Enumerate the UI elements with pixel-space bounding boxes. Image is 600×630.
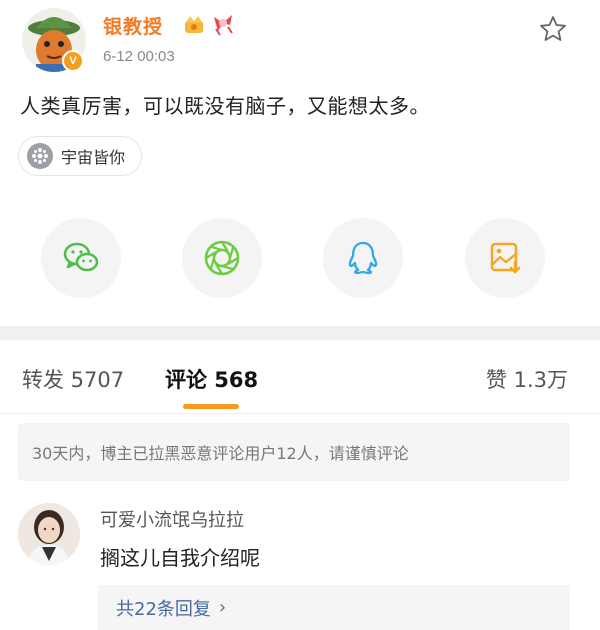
moments-icon xyxy=(204,240,240,276)
comment-item: 可爱小流氓乌拉拉 搁这儿自我介绍呢 共22条回复 › xyxy=(0,495,600,630)
tab-like[interactable]: 赞 1.3万 xyxy=(486,364,568,394)
share-wechat-button[interactable] xyxy=(41,218,121,298)
user-photo-icon xyxy=(18,503,80,565)
crown-badge-icon[interactable] xyxy=(183,13,205,35)
tab-repost[interactable]: 转发 5707 xyxy=(22,364,124,394)
interaction-tabs: 转发 5707 评论 568 赞 1.3万 xyxy=(0,340,600,414)
post-header: V 银教授 6-12 00:03 xyxy=(0,0,600,80)
save-image-icon xyxy=(490,242,521,274)
author-name[interactable]: 银教授 xyxy=(103,12,163,39)
post-timestamp: 6-12 00:03 xyxy=(103,48,175,65)
commenter-avatar[interactable] xyxy=(18,503,80,565)
save-image-button[interactable] xyxy=(465,218,545,298)
topic-icon xyxy=(27,143,53,169)
active-tab-indicator xyxy=(183,404,239,409)
ribbon-badge-icon[interactable] xyxy=(210,11,236,37)
commenter-name[interactable]: 可爱小流氓乌拉拉 xyxy=(100,506,244,532)
verified-badge: V xyxy=(62,50,84,72)
tab-comment[interactable]: 评论 568 xyxy=(165,364,258,394)
view-replies-link[interactable]: 共22条回复 xyxy=(116,595,211,621)
comment-text: 搁这儿自我介绍呢 xyxy=(100,546,260,570)
post-text: 人类真厉害，可以既没有脑子，又能想太多。 xyxy=(20,94,430,118)
star-icon[interactable] xyxy=(538,14,568,44)
share-qq-button[interactable] xyxy=(323,218,403,298)
share-moments-button[interactable] xyxy=(182,218,262,298)
qq-icon xyxy=(348,241,378,275)
share-row xyxy=(0,218,600,300)
topic-chip[interactable]: 宇宙皆你 xyxy=(18,136,143,176)
replies-box[interactable]: 共22条回复 › xyxy=(98,585,570,630)
wechat-icon xyxy=(63,242,99,272)
chevron-right-icon: › xyxy=(218,597,227,618)
comment-notice: 30天内，博主已拉黑恶意评论用户12人，请谨慎评论 xyxy=(18,423,570,481)
section-divider xyxy=(0,326,600,340)
topic-label: 宇宙皆你 xyxy=(61,148,126,167)
